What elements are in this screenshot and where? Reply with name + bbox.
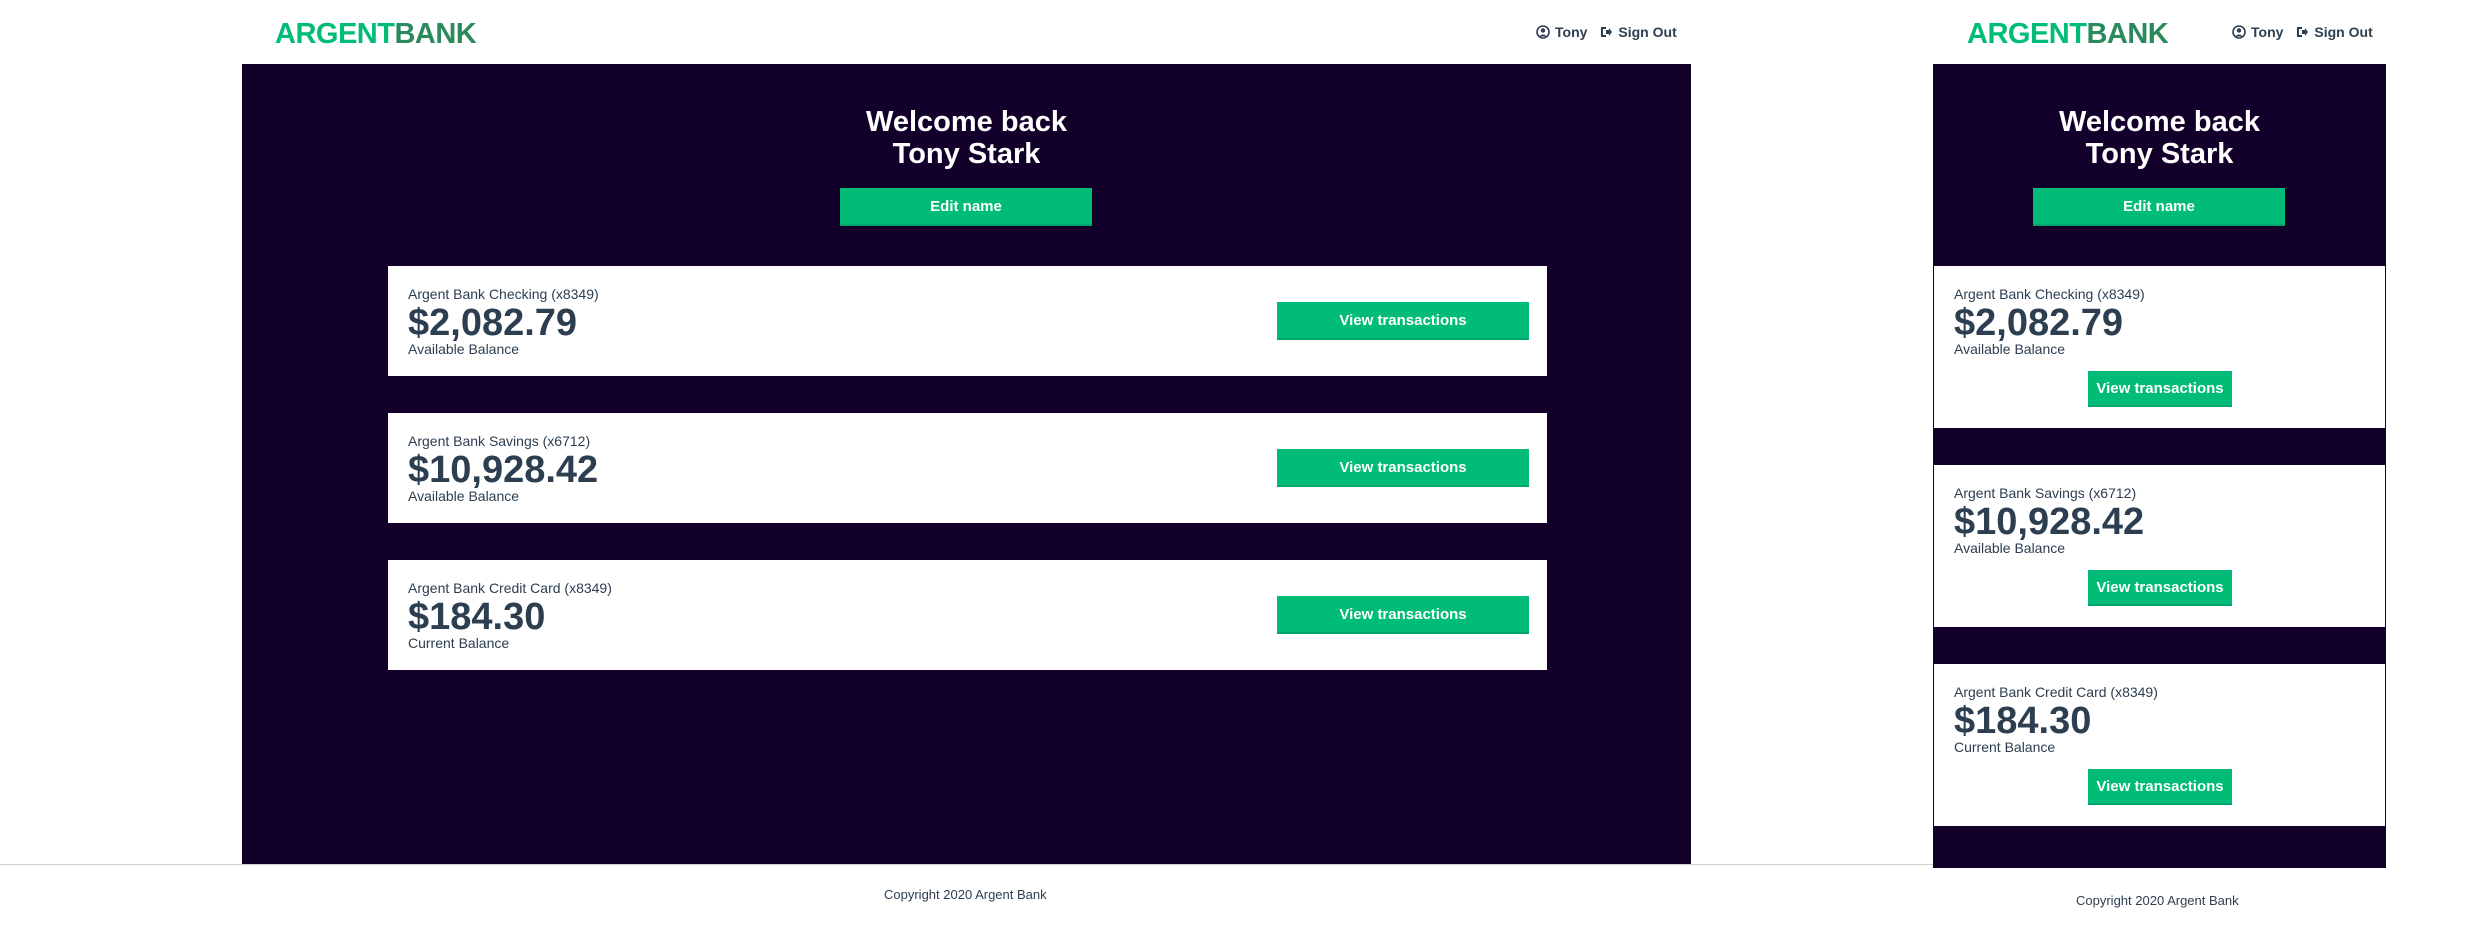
user-name-label: Tony bbox=[1555, 24, 1588, 40]
account-amount-description: Current Balance bbox=[408, 635, 510, 651]
main-nav: Tony Sign Out bbox=[2232, 24, 2373, 40]
view-transactions-button[interactable]: View transactions bbox=[1277, 596, 1529, 634]
user-circle-icon bbox=[2232, 25, 2246, 39]
account-amount: $2,082.79 bbox=[1954, 302, 2124, 344]
argentbank-logo[interactable]: ARGENTBANK bbox=[275, 20, 477, 49]
account-card-savings: Argent Bank Savings (x6712) $10,928.42 A… bbox=[388, 413, 1547, 523]
user-full-name: Tony Stark bbox=[2085, 138, 2234, 170]
sign-out-link[interactable]: Sign Out bbox=[2295, 24, 2373, 40]
account-title: Argent Bank Credit Card (x8349) bbox=[1954, 684, 2158, 700]
user-full-name: Tony Stark bbox=[892, 138, 1041, 170]
account-title: Argent Bank Checking (x8349) bbox=[408, 286, 599, 302]
account-amount: $10,928.42 bbox=[408, 449, 599, 491]
account-amount-description: Available Balance bbox=[1954, 540, 2066, 556]
welcome-heading: Welcome back Tony Stark bbox=[1933, 106, 2386, 170]
view-transactions-button[interactable]: View transactions bbox=[2088, 570, 2232, 606]
account-amount: $184.30 bbox=[1954, 700, 2092, 742]
sign-out-label: Sign Out bbox=[1618, 24, 1677, 40]
account-card-checking: Argent Bank Checking (x8349) $2,082.79 A… bbox=[388, 266, 1547, 376]
sign-out-icon bbox=[1601, 27, 1613, 37]
welcome-line: Welcome back bbox=[866, 106, 1067, 138]
account-card-savings: Argent Bank Savings (x6712) $10,928.42 A… bbox=[1934, 465, 2385, 627]
account-amount-description: Available Balance bbox=[1954, 341, 2066, 357]
view-transactions-button[interactable]: View transactions bbox=[1277, 449, 1529, 487]
account-panel: Welcome back Tony Stark Edit name Argent… bbox=[242, 64, 1691, 864]
user-name-label: Tony bbox=[2251, 24, 2284, 40]
account-amount-description: Current Balance bbox=[1954, 739, 2056, 755]
view-transactions-button[interactable]: View transactions bbox=[1277, 302, 1529, 340]
user-profile-link[interactable]: Tony bbox=[1536, 24, 1587, 40]
footer-copyright: Copyright 2020 Argent Bank bbox=[884, 887, 1047, 902]
view-transactions-button[interactable]: View transactions bbox=[2088, 371, 2232, 407]
sign-out-icon bbox=[2297, 27, 2309, 37]
account-panel: Welcome back Tony Stark Edit name Argent… bbox=[1933, 64, 2386, 868]
argentbank-logo[interactable]: ARGENTBANK bbox=[1967, 20, 2169, 49]
sign-out-label: Sign Out bbox=[2314, 24, 2373, 40]
account-title: Argent Bank Savings (x6712) bbox=[1954, 485, 2137, 501]
user-circle-icon bbox=[1536, 25, 1550, 39]
account-title: Argent Bank Checking (x8349) bbox=[1954, 286, 2145, 302]
edit-name-button[interactable]: Edit name bbox=[840, 188, 1092, 226]
welcome-heading: Welcome back Tony Stark bbox=[242, 106, 1691, 170]
account-amount: $184.30 bbox=[408, 596, 546, 638]
footer-copyright: Copyright 2020 Argent Bank bbox=[2076, 893, 2239, 908]
account-card-credit: Argent Bank Credit Card (x8349) $184.30 … bbox=[1934, 664, 2385, 826]
footer-divider bbox=[0, 864, 1943, 865]
user-profile-link[interactable]: Tony bbox=[2232, 24, 2283, 40]
welcome-line: Welcome back bbox=[2059, 106, 2260, 138]
account-amount: $2,082.79 bbox=[408, 302, 578, 344]
account-card-credit: Argent Bank Credit Card (x8349) $184.30 … bbox=[388, 560, 1547, 670]
account-title: Argent Bank Savings (x6712) bbox=[408, 433, 591, 449]
edit-name-button[interactable]: Edit name bbox=[2033, 188, 2285, 226]
view-transactions-button[interactable]: View transactions bbox=[2088, 769, 2232, 805]
account-card-checking: Argent Bank Checking (x8349) $2,082.79 A… bbox=[1934, 266, 2385, 428]
sign-out-link[interactable]: Sign Out bbox=[1599, 24, 1677, 40]
account-amount: $10,928.42 bbox=[1954, 501, 2145, 543]
account-title: Argent Bank Credit Card (x8349) bbox=[408, 580, 612, 596]
account-amount-description: Available Balance bbox=[408, 341, 520, 357]
main-nav: Tony Sign Out bbox=[1536, 24, 1677, 40]
account-amount-description: Available Balance bbox=[408, 488, 520, 504]
